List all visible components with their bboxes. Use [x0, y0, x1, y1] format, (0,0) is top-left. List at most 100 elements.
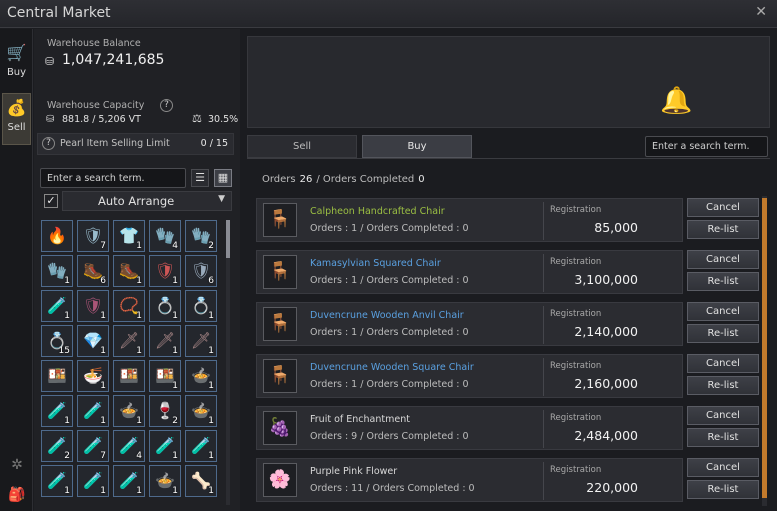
tab-buy[interactable]: Buy	[362, 135, 472, 158]
inventory-slot[interactable]: 👕 1	[113, 220, 145, 252]
order-row: 🍇 Fruit of Enchantment Orders : 9 / Orders…	[256, 406, 760, 452]
inventory-slot[interactable]: 🧪 1	[41, 290, 73, 322]
cancel-button[interactable]: Cancel	[687, 354, 759, 373]
inventory-slot[interactable]: 🥾 1	[113, 255, 145, 287]
tab-sell[interactable]: Sell	[247, 135, 357, 158]
order-item-name: Kamasylvian Squared Chair	[310, 258, 441, 269]
pearl-limit-bar: ? Pearl Item Selling Limit 0 / 15	[37, 133, 234, 155]
scroll-thumb[interactable]	[762, 198, 767, 498]
item-count: 1	[64, 486, 70, 496]
inventory-slot[interactable]: 🛡 6	[185, 255, 217, 287]
grid-view-icon[interactable]: ▦	[214, 169, 232, 187]
capacity-percent: 30.5%	[208, 114, 239, 125]
inventory-slot[interactable]: 🧤 1	[41, 255, 73, 287]
cancel-button[interactable]: Cancel	[687, 458, 759, 477]
inventory-slot[interactable]: 🧪 1	[77, 465, 109, 497]
inventory-slot[interactable]: 🧪 1	[149, 430, 181, 462]
inventory-slot[interactable]: 🦴 1	[185, 465, 217, 497]
inventory-slot[interactable]: 🍱 1	[149, 360, 181, 392]
inventory-slot[interactable]: 🧤 2	[185, 220, 217, 252]
bag-icon[interactable]: 🎒	[6, 487, 28, 509]
relist-button[interactable]: Re-list	[687, 376, 759, 395]
inventory-slot[interactable]: 🧪 1	[185, 430, 217, 462]
cancel-button[interactable]: Cancel	[687, 406, 759, 425]
relist-button[interactable]: Re-list	[687, 428, 759, 447]
relist-button[interactable]: Re-list	[687, 480, 759, 499]
inventory-slot[interactable]: 🗡 1	[113, 325, 145, 357]
divider	[543, 254, 544, 292]
inventory-slot[interactable]: 🧪 1	[41, 465, 73, 497]
orders-list: 🪑 Calpheon Handcrafted Chair Orders : 1 / …	[256, 198, 760, 511]
help-icon[interactable]: ?	[160, 99, 173, 112]
inventory-slot[interactable]: 🍲 1	[185, 360, 217, 392]
tree-icon[interactable]: ✲	[6, 457, 28, 479]
order-card[interactable]: 🪑 Duvencrune Wooden Square Chair Orders : …	[256, 354, 683, 398]
orders-summary: Orders 26/ Orders Completed 0	[262, 174, 429, 185]
order-card[interactable]: 🪑 Duvencrune Wooden Anvil Chair Orders : 1…	[256, 302, 683, 346]
inventory-slot[interactable]: 🗡 1	[149, 325, 181, 357]
item-count: 1	[136, 311, 142, 321]
item-count: 1	[208, 451, 214, 461]
inventory-slot[interactable]: 🛡 7	[77, 220, 109, 252]
orders-search-input[interactable]: Enter a search term.	[645, 136, 768, 157]
inventory-slot[interactable]: 🔥	[41, 220, 73, 252]
inventory-slot[interactable]: 🛡 1	[149, 255, 181, 287]
inventory-slot[interactable]: 🛡 1	[77, 290, 109, 322]
item-count: 1	[172, 486, 178, 496]
item-count: 1	[208, 311, 214, 321]
inventory-slot[interactable]: 🥾 6	[77, 255, 109, 287]
order-card[interactable]: 🍇 Fruit of Enchantment Orders : 9 / Orders…	[256, 406, 683, 450]
buy-tab-label: Buy	[6, 67, 27, 78]
sell-tab[interactable]: 💰 Sell	[2, 93, 31, 145]
registration-price: 2,140,000	[574, 324, 638, 339]
inventory-slot[interactable]: 💍 1	[185, 290, 217, 322]
inventory-slot[interactable]: 🧪 7	[77, 430, 109, 462]
item-count: 1	[172, 276, 178, 286]
inventory-slot[interactable]: 🧪 4	[113, 430, 145, 462]
inventory-slot[interactable]: 🍜 1	[77, 360, 109, 392]
scroll-thumb[interactable]	[226, 220, 230, 258]
inventory-slot[interactable]: 💍 15	[41, 325, 73, 357]
cancel-button[interactable]: Cancel	[687, 198, 759, 217]
inventory-slot[interactable]: 🍷 2	[149, 395, 181, 427]
inventory-slot[interactable]: 🍲 1	[113, 395, 145, 427]
help-icon[interactable]: ?	[42, 137, 55, 150]
buy-tab[interactable]: 🛒 Buy	[2, 39, 31, 91]
inventory-slot[interactable]: 🍱	[41, 360, 73, 392]
item-count: 1	[100, 346, 106, 356]
inventory-slot[interactable]: 🍲 1	[149, 465, 181, 497]
order-counts: Orders : 1 / Orders Completed : 0	[310, 327, 469, 338]
inventory-slot[interactable]: 💎 1	[77, 325, 109, 357]
item-count: 1	[64, 276, 70, 286]
inventory-slot[interactable]: 🗡 1	[185, 325, 217, 357]
inventory-slot[interactable]: 📿 1	[113, 290, 145, 322]
close-icon[interactable]: ✕	[755, 4, 767, 20]
cancel-button[interactable]: Cancel	[687, 302, 759, 321]
item-icon: 🍱	[47, 366, 67, 385]
order-card[interactable]: 🪑 Kamasylvian Squared Chair Orders : 1 / O…	[256, 250, 683, 294]
order-card[interactable]: 🌸 Purple Pink Flower Orders : 11 / Orders …	[256, 458, 683, 502]
order-row: 🪑 Kamasylvian Squared Chair Orders : 1 / O…	[256, 250, 760, 296]
inventory-slot[interactable]: 🧪 1	[77, 395, 109, 427]
cancel-button[interactable]: Cancel	[687, 250, 759, 269]
inventory-slot[interactable]: 🍲 1	[185, 395, 217, 427]
order-row: 🪑 Calpheon Handcrafted Chair Orders : 1 / …	[256, 198, 760, 244]
auto-arrange-dropdown[interactable]: Auto Arrange ▼	[62, 191, 232, 211]
relist-button[interactable]: Re-list	[687, 272, 759, 291]
inventory-slot[interactable]: 🍱	[113, 360, 145, 392]
inventory-search-input[interactable]: Enter a search term.	[40, 168, 186, 188]
inventory-slot[interactable]: 💍 1	[149, 290, 181, 322]
order-card[interactable]: 🪑 Calpheon Handcrafted Chair Orders : 1 / …	[256, 198, 683, 242]
orders-scrollbar[interactable]	[762, 196, 767, 506]
inventory-slot[interactable]: 🧤 4	[149, 220, 181, 252]
item-count: 1	[100, 311, 106, 321]
inventory-scrollbar[interactable]	[226, 220, 230, 505]
registration-price: 220,000	[586, 480, 638, 495]
list-view-icon[interactable]: ☰	[191, 169, 209, 187]
relist-button[interactable]: Re-list	[687, 220, 759, 239]
inventory-slot[interactable]: 🧪 1	[41, 395, 73, 427]
relist-button[interactable]: Re-list	[687, 324, 759, 343]
auto-arrange-checkbox[interactable]: ✓	[44, 194, 58, 208]
inventory-slot[interactable]: 🧪 2	[41, 430, 73, 462]
inventory-slot[interactable]: 🧪 1	[113, 465, 145, 497]
